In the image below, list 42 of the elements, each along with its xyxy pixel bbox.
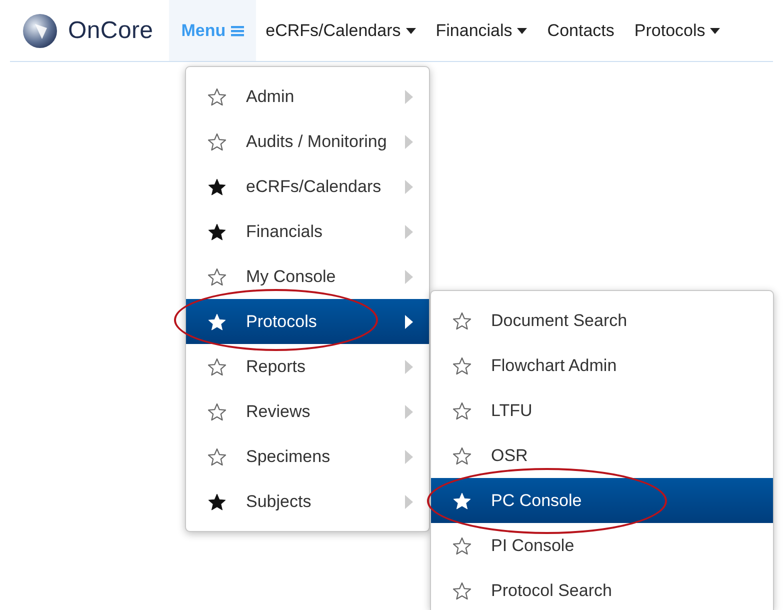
star-icon[interactable]: [208, 88, 226, 106]
menu-item[interactable]: Document Search: [431, 298, 773, 343]
menu-item[interactable]: PC Console: [431, 478, 773, 523]
menu-item[interactable]: Specimens: [186, 434, 429, 479]
menu-item[interactable]: Reviews: [186, 389, 429, 434]
menu-item[interactable]: Financials: [186, 209, 429, 254]
star-icon[interactable]: [208, 268, 226, 286]
nav-tab[interactable]: Protocols: [624, 0, 730, 61]
star-icon[interactable]: [208, 492, 226, 510]
star-icon[interactable]: [453, 536, 471, 554]
star-icon[interactable]: [453, 312, 471, 330]
menu-icon: [230, 24, 244, 36]
star-icon[interactable]: [208, 358, 226, 376]
menu-item[interactable]: PI Console: [431, 523, 773, 568]
star-icon[interactable]: [208, 132, 226, 150]
menu-item[interactable]: Protocol Search: [431, 568, 773, 610]
nav-tab[interactable]: Financials: [426, 0, 538, 61]
nav-tab[interactable]: eCRFs/Calendars: [256, 0, 426, 61]
menu-item[interactable]: My Console: [186, 254, 429, 299]
caret-icon: [710, 28, 720, 34]
menu-item[interactable]: Subjects: [186, 479, 429, 524]
menu-item[interactable]: eCRFs/Calendars: [186, 164, 429, 209]
logo-text: OnCore: [68, 16, 154, 44]
caret-icon: [406, 28, 416, 34]
star-icon[interactable]: [208, 178, 226, 196]
star-icon[interactable]: [208, 222, 226, 240]
menu-item[interactable]: Audits / Monitoring: [186, 119, 429, 164]
star-icon[interactable]: [453, 356, 471, 374]
logo-icon: [22, 12, 58, 48]
star-icon[interactable]: [453, 446, 471, 464]
menu-item[interactable]: Protocols: [186, 299, 429, 344]
menu-item[interactable]: Admin: [186, 74, 429, 119]
menu-item[interactable]: Flowchart Admin: [431, 343, 773, 388]
nav-tab[interactable]: Contacts: [537, 0, 624, 61]
menu-item[interactable]: Reports: [186, 344, 429, 389]
caret-icon: [517, 28, 528, 34]
menu-item[interactable]: OSR: [431, 433, 773, 478]
star-icon[interactable]: [208, 402, 226, 420]
star-icon[interactable]: [453, 402, 471, 420]
star-icon[interactable]: [208, 448, 226, 466]
menu-item[interactable]: LTFU: [431, 388, 773, 433]
star-icon[interactable]: [453, 582, 471, 600]
